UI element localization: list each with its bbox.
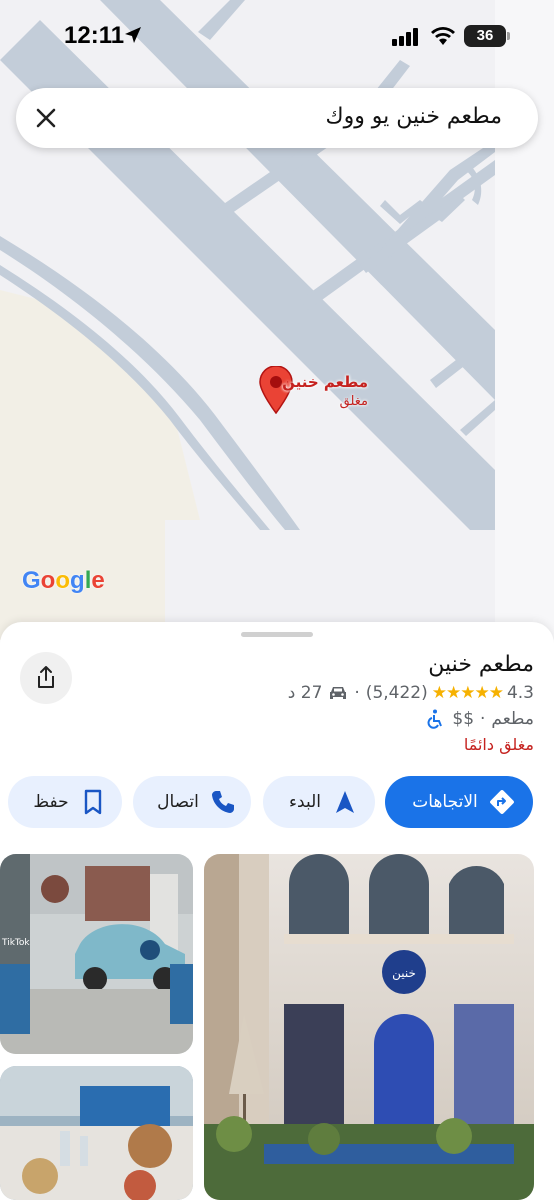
place-bottom-sheet[interactable]: مطعم خنين 4.3 ★★★★★ (5,422) · 27 د مطعم … [0,622,554,1200]
place-title: مطعم خنين [428,652,534,677]
pin-label[interactable]: مطعم خنين مغلق [282,373,368,411]
place-category: مطعم [491,709,534,729]
directions-label: الاتجاهات [412,792,478,812]
share-icon [38,666,54,688]
phone-icon [211,791,234,813]
google-logo: Google [22,567,105,594]
call-label: اتصال [157,792,199,812]
svg-text:خنين: خنين [392,966,416,981]
start-button[interactable]: البدء [263,776,375,828]
bookmark-icon [84,789,101,815]
place-photo-exterior[interactable]: خنين [204,854,534,1200]
rating-value: 4.3 [506,683,534,703]
save-label: حفظ [33,792,69,812]
rating-row[interactable]: 4.3 ★★★★★ (5,422) · 27 د [288,680,534,706]
directions-icon [489,790,514,814]
cellular-signal-icon [392,28,418,46]
place-photo-table[interactable] [0,1066,193,1200]
photo-table-image [0,1066,193,1200]
category-row: مطعم · $$ [288,706,534,732]
status-time: 12:11 [64,22,125,49]
call-button[interactable]: اتصال [133,776,251,828]
car-icon [330,687,347,699]
sheet-drag-handle[interactable] [241,632,313,637]
battery-tip [507,32,510,40]
place-info: مطعم خنين 4.3 ★★★★★ (5,422) · 27 د مطعم … [288,650,534,758]
pin-place-name: مطعم خنين [282,373,368,391]
battery-indicator: 36 [464,25,506,47]
start-label: البدء [289,792,321,812]
save-button[interactable]: حفظ [8,776,122,828]
separator-dot: · [480,709,486,729]
wifi-icon [431,27,455,45]
separator-dot: · [354,683,360,703]
wheelchair-accessible-icon [427,709,443,729]
directions-button[interactable]: الاتجاهات [385,776,533,828]
navigation-arrow-icon [335,791,354,813]
closure-status: مغلق دائمًا [463,735,534,754]
tiktok-watermark: TikTok [2,938,30,948]
drive-time: 27 د [287,683,323,703]
status-bar: 12:11 36 [0,0,554,76]
price-level: $$ [452,709,475,729]
location-arrow-icon [125,27,141,43]
pin-place-status: مغلق [339,394,368,409]
rating-stars: ★★★★★ [431,683,504,703]
review-count[interactable]: (5,422) [366,680,428,706]
search-bar[interactable]: مطعم خنين يو ووك [16,88,538,148]
search-query[interactable]: مطعم خنين يو ووك [325,104,502,129]
close-icon[interactable] [34,106,58,130]
photo-interior-image [0,854,193,1054]
share-button[interactable] [20,652,72,704]
action-buttons: الاتجاهات البدء اتصال حفظ [8,776,546,828]
photo-exterior-image: خنين [204,854,534,1200]
place-photo-interior-car[interactable]: TikTok [0,854,193,1054]
